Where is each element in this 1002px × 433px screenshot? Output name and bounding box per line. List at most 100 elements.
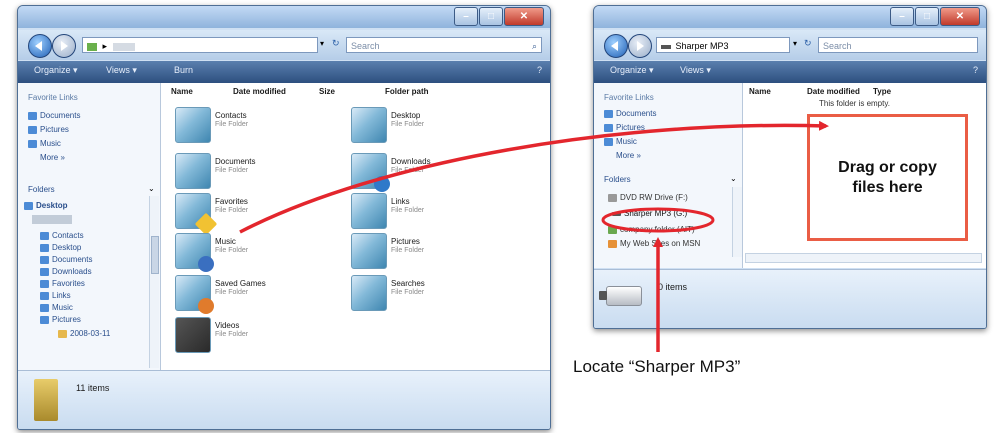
minimize-button[interactable]: –: [454, 7, 478, 26]
contacts-icon: [175, 107, 211, 143]
help-icon[interactable]: ?: [973, 65, 978, 75]
column-size[interactable]: Size: [319, 87, 335, 96]
documents-icon: [604, 109, 613, 118]
tree-item-links[interactable]: Links: [40, 291, 71, 300]
folders-header[interactable]: Folders: [604, 175, 631, 184]
title-bar: – □ ✕: [18, 6, 550, 28]
scroll-thumb[interactable]: [151, 236, 159, 274]
pictures-icon: [351, 233, 387, 269]
music-icon: [175, 233, 214, 272]
folder-icon: [40, 291, 49, 300]
address-input[interactable]: ▸: [82, 37, 318, 53]
maximize-button[interactable]: □: [479, 7, 503, 26]
file-list: Name Date modified Size Folder path Cont…: [161, 83, 550, 371]
folder-icon: [40, 315, 49, 324]
fav-link-pictures[interactable]: Pictures: [604, 123, 645, 132]
folder-icon: [40, 279, 49, 288]
folder-icon: [58, 329, 67, 338]
details-pane: 11 items: [18, 370, 550, 429]
chevron-down-icon[interactable]: ⌄: [730, 174, 737, 183]
search-input[interactable]: Search: [818, 37, 978, 53]
tree-item-music[interactable]: Music: [40, 303, 73, 312]
tree-item-favorites[interactable]: Favorites: [40, 279, 85, 288]
usb-drive-icon: [612, 211, 621, 216]
chevron-down-icon[interactable]: ⌄: [148, 184, 155, 193]
tree-item-pictures[interactable]: Pictures: [40, 315, 81, 324]
search-placeholder: Search: [351, 41, 380, 51]
back-button[interactable]: [604, 34, 628, 58]
usb-drive-icon: [599, 286, 642, 306]
drive-icon: [661, 44, 671, 49]
tree-scrollbar[interactable]: [149, 196, 159, 368]
close-button[interactable]: ✕: [940, 7, 980, 26]
fav-link-documents[interactable]: Documents: [28, 111, 80, 120]
videos-icon: [175, 317, 211, 353]
tree-item-desktop-sub[interactable]: Desktop: [40, 243, 81, 252]
refresh-icon[interactable]: ↻: [332, 38, 340, 49]
tree-item-contacts[interactable]: Contacts: [40, 231, 84, 240]
drag-box-line1: Drag or copy: [838, 158, 937, 176]
saved-games-icon: [175, 275, 214, 314]
tree-item-sharper-mp3[interactable]: Sharper MP3 (G:): [612, 209, 687, 218]
tree-item-documents[interactable]: Documents: [40, 255, 92, 264]
fav-link-documents[interactable]: Documents: [604, 109, 656, 118]
help-icon[interactable]: ?: [537, 65, 542, 75]
tree-item-date-folder[interactable]: 2008-03-11: [58, 329, 110, 338]
folder-icon: [40, 303, 49, 312]
fav-link-music[interactable]: Music: [604, 137, 637, 146]
views-button[interactable]: Views ▾: [680, 65, 711, 76]
address-input[interactable]: Sharper MP3: [656, 37, 790, 53]
status-item-count: 11 items: [76, 383, 110, 393]
tree-item-my-web-sites[interactable]: My Web Sites on MSN: [608, 239, 700, 248]
maximize-button[interactable]: □: [915, 7, 939, 26]
dropdown-icon[interactable]: ▾: [320, 39, 324, 48]
dropdown-icon[interactable]: ▾: [793, 39, 797, 48]
column-name[interactable]: Name: [171, 87, 193, 96]
searches-icon: [351, 275, 387, 311]
search-input[interactable]: Search ⌕: [346, 37, 542, 53]
more-link[interactable]: More »: [40, 153, 65, 162]
command-toolbar: Organize ▾ Views ▾ Burn ?: [18, 61, 550, 83]
views-button[interactable]: Views ▾: [106, 65, 137, 76]
details-pane: 0 items: [594, 269, 986, 328]
music-icon: [28, 139, 37, 148]
burn-button[interactable]: Burn: [174, 65, 193, 75]
favorite-links-header: Favorite Links: [28, 93, 78, 102]
fav-link-music[interactable]: Music: [28, 139, 61, 148]
column-date-modified[interactable]: Date modified: [807, 87, 860, 96]
tree-item-downloads[interactable]: Downloads: [40, 267, 92, 276]
music-icon: [604, 137, 613, 146]
minimize-button[interactable]: –: [890, 7, 914, 26]
pictures-icon: [28, 125, 37, 134]
desktop-icon: [24, 201, 33, 210]
back-button[interactable]: [28, 34, 52, 58]
folder-icon: [40, 255, 49, 264]
forward-button[interactable]: [52, 34, 76, 58]
refresh-icon[interactable]: ↻: [804, 38, 812, 49]
window-controls: – □ ✕: [889, 7, 980, 26]
column-name[interactable]: Name: [749, 87, 771, 96]
organize-button[interactable]: Organize ▾: [610, 65, 654, 76]
fav-link-pictures[interactable]: Pictures: [28, 125, 69, 134]
organize-button[interactable]: Organize ▾: [34, 65, 78, 76]
links-icon: [351, 193, 387, 229]
desktop-icon: [351, 107, 387, 143]
close-button[interactable]: ✕: [504, 7, 544, 26]
favorite-links-header: Favorite Links: [604, 93, 654, 102]
tree-item-desktop[interactable]: Desktop: [24, 201, 68, 210]
tree-scrollbar[interactable]: [732, 187, 742, 257]
column-type[interactable]: Type: [873, 87, 891, 96]
address-blur: [112, 42, 135, 51]
folders-header[interactable]: Folders: [28, 185, 55, 194]
horizontal-scrollbar[interactable]: [745, 253, 982, 263]
folder-icon: [40, 231, 49, 240]
tree-item-company-folder[interactable]: company folder (AIT): [608, 225, 695, 234]
forward-button[interactable]: [628, 34, 652, 58]
documents-icon: [175, 153, 211, 189]
user-folder-blurred[interactable]: [32, 215, 72, 224]
column-date-modified[interactable]: Date modified: [233, 87, 286, 96]
column-folder-path[interactable]: Folder path: [385, 87, 429, 96]
status-item-count: 0 items: [658, 282, 688, 292]
more-link[interactable]: More »: [616, 151, 641, 160]
tree-item-dvd-drive[interactable]: DVD RW Drive (F:): [608, 193, 688, 202]
